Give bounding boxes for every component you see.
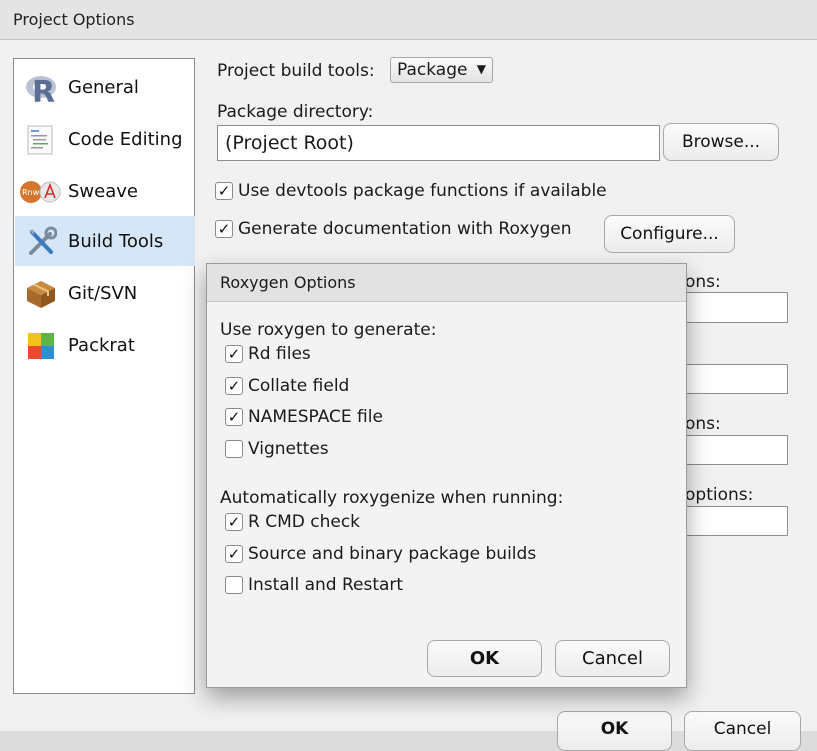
sidebar-item-build-tools[interactable]: Build Tools <box>15 216 195 266</box>
browse-button[interactable]: Browse... <box>663 123 779 161</box>
title-bar: Project Options <box>0 0 817 40</box>
check-options-field[interactable] <box>680 292 788 323</box>
packrat-blocks-icon <box>25 330 57 362</box>
roxygen-checkbox[interactable]: ✓ <box>215 220 233 238</box>
sidebar-item-git-svn[interactable]: Git/SVN <box>15 268 195 318</box>
package-directory-label: Package directory: <box>217 102 374 122</box>
install-restart-checkbox[interactable] <box>225 576 243 594</box>
svg-text:R: R <box>32 75 55 104</box>
rd-files-checkbox[interactable]: ✓ <box>225 345 243 363</box>
caret-down-icon: ▼ <box>476 62 486 76</box>
collate-field-label: Collate field <box>248 376 350 396</box>
options-label-partial: ons: <box>685 272 721 292</box>
sidebar-item-sweave[interactable]: Rnw Sweave <box>15 166 195 216</box>
roxygen-dialog-header: Roxygen Options <box>207 264 686 302</box>
install-options-field[interactable] <box>680 435 788 465</box>
sidebar-item-label: Packrat <box>68 335 135 356</box>
auto-roxygenize-heading: Automatically roxygenize when running: <box>220 488 564 508</box>
sidebar-item-label: Build Tools <box>68 231 164 252</box>
sidebar-item-general[interactable]: R General <box>15 62 195 112</box>
vignettes-checkbox[interactable] <box>225 440 243 458</box>
rcmd-check-checkbox[interactable]: ✓ <box>225 513 243 531</box>
package-directory-field[interactable]: (Project Root) <box>217 125 660 161</box>
vignettes-label: Vignettes <box>248 439 329 459</box>
build-options-field[interactable] <box>680 364 788 394</box>
sidebar-item-code-editing[interactable]: Code Editing <box>15 114 195 164</box>
generate-heading: Use roxygen to generate: <box>220 320 437 340</box>
build-tools-label: Project build tools: <box>217 61 375 81</box>
roxygen-ok-button[interactable]: OK <box>427 640 542 677</box>
options-label-partial: options: <box>685 485 754 505</box>
build-tools-select[interactable]: Package ▼ <box>390 57 493 83</box>
devtools-checkbox[interactable]: ✓ <box>215 182 233 200</box>
rcmd-check-label: R CMD check <box>248 512 361 532</box>
namespace-file-label: NAMESPACE file <box>248 407 383 427</box>
ok-button[interactable]: OK <box>557 711 672 751</box>
r-logo-icon: R <box>25 72 57 110</box>
sidebar-item-label: General <box>68 77 139 98</box>
options-label-partial: ons: <box>685 414 721 434</box>
install-restart-label: Install and Restart <box>248 575 404 595</box>
svg-text:Rnw: Rnw <box>22 188 40 197</box>
build-tools-value: Package <box>397 60 468 80</box>
package-directory-value: (Project Root) <box>225 132 354 154</box>
namespace-file-checkbox[interactable]: ✓ <box>225 408 243 426</box>
sidebar-item-label: Sweave <box>68 181 138 202</box>
rd-files-label: Rd files <box>248 344 311 364</box>
package-box-icon <box>25 278 57 310</box>
roxygen-options-dialog: Roxygen Options Use roxygen to generate:… <box>206 263 687 688</box>
source-binary-builds-checkbox[interactable]: ✓ <box>225 545 243 563</box>
sidebar-item-label: Git/SVN <box>68 283 138 304</box>
source-binary-builds-label: Source and binary package builds <box>248 544 537 564</box>
roxygen-dialog-title: Roxygen Options <box>220 273 356 292</box>
cancel-button[interactable]: Cancel <box>684 711 801 751</box>
configure-button[interactable]: Configure... <box>604 215 735 253</box>
sweave-pdf-icon: Rnw <box>19 176 61 208</box>
window-title: Project Options <box>13 10 135 29</box>
tools-icon <box>25 226 58 258</box>
code-document-icon <box>25 124 57 156</box>
other-options-field[interactable] <box>680 506 788 536</box>
roxygen-cancel-button[interactable]: Cancel <box>555 640 670 677</box>
collate-field-checkbox[interactable]: ✓ <box>225 377 243 395</box>
sidebar-item-packrat[interactable]: Packrat <box>15 320 195 370</box>
options-sidebar: R General Code Editing Rnw Sweave Build … <box>13 58 195 694</box>
devtools-label: Use devtools package functions if availa… <box>238 181 607 201</box>
roxygen-label: Generate documentation with Roxygen <box>238 219 572 239</box>
sidebar-item-label: Code Editing <box>68 129 183 150</box>
